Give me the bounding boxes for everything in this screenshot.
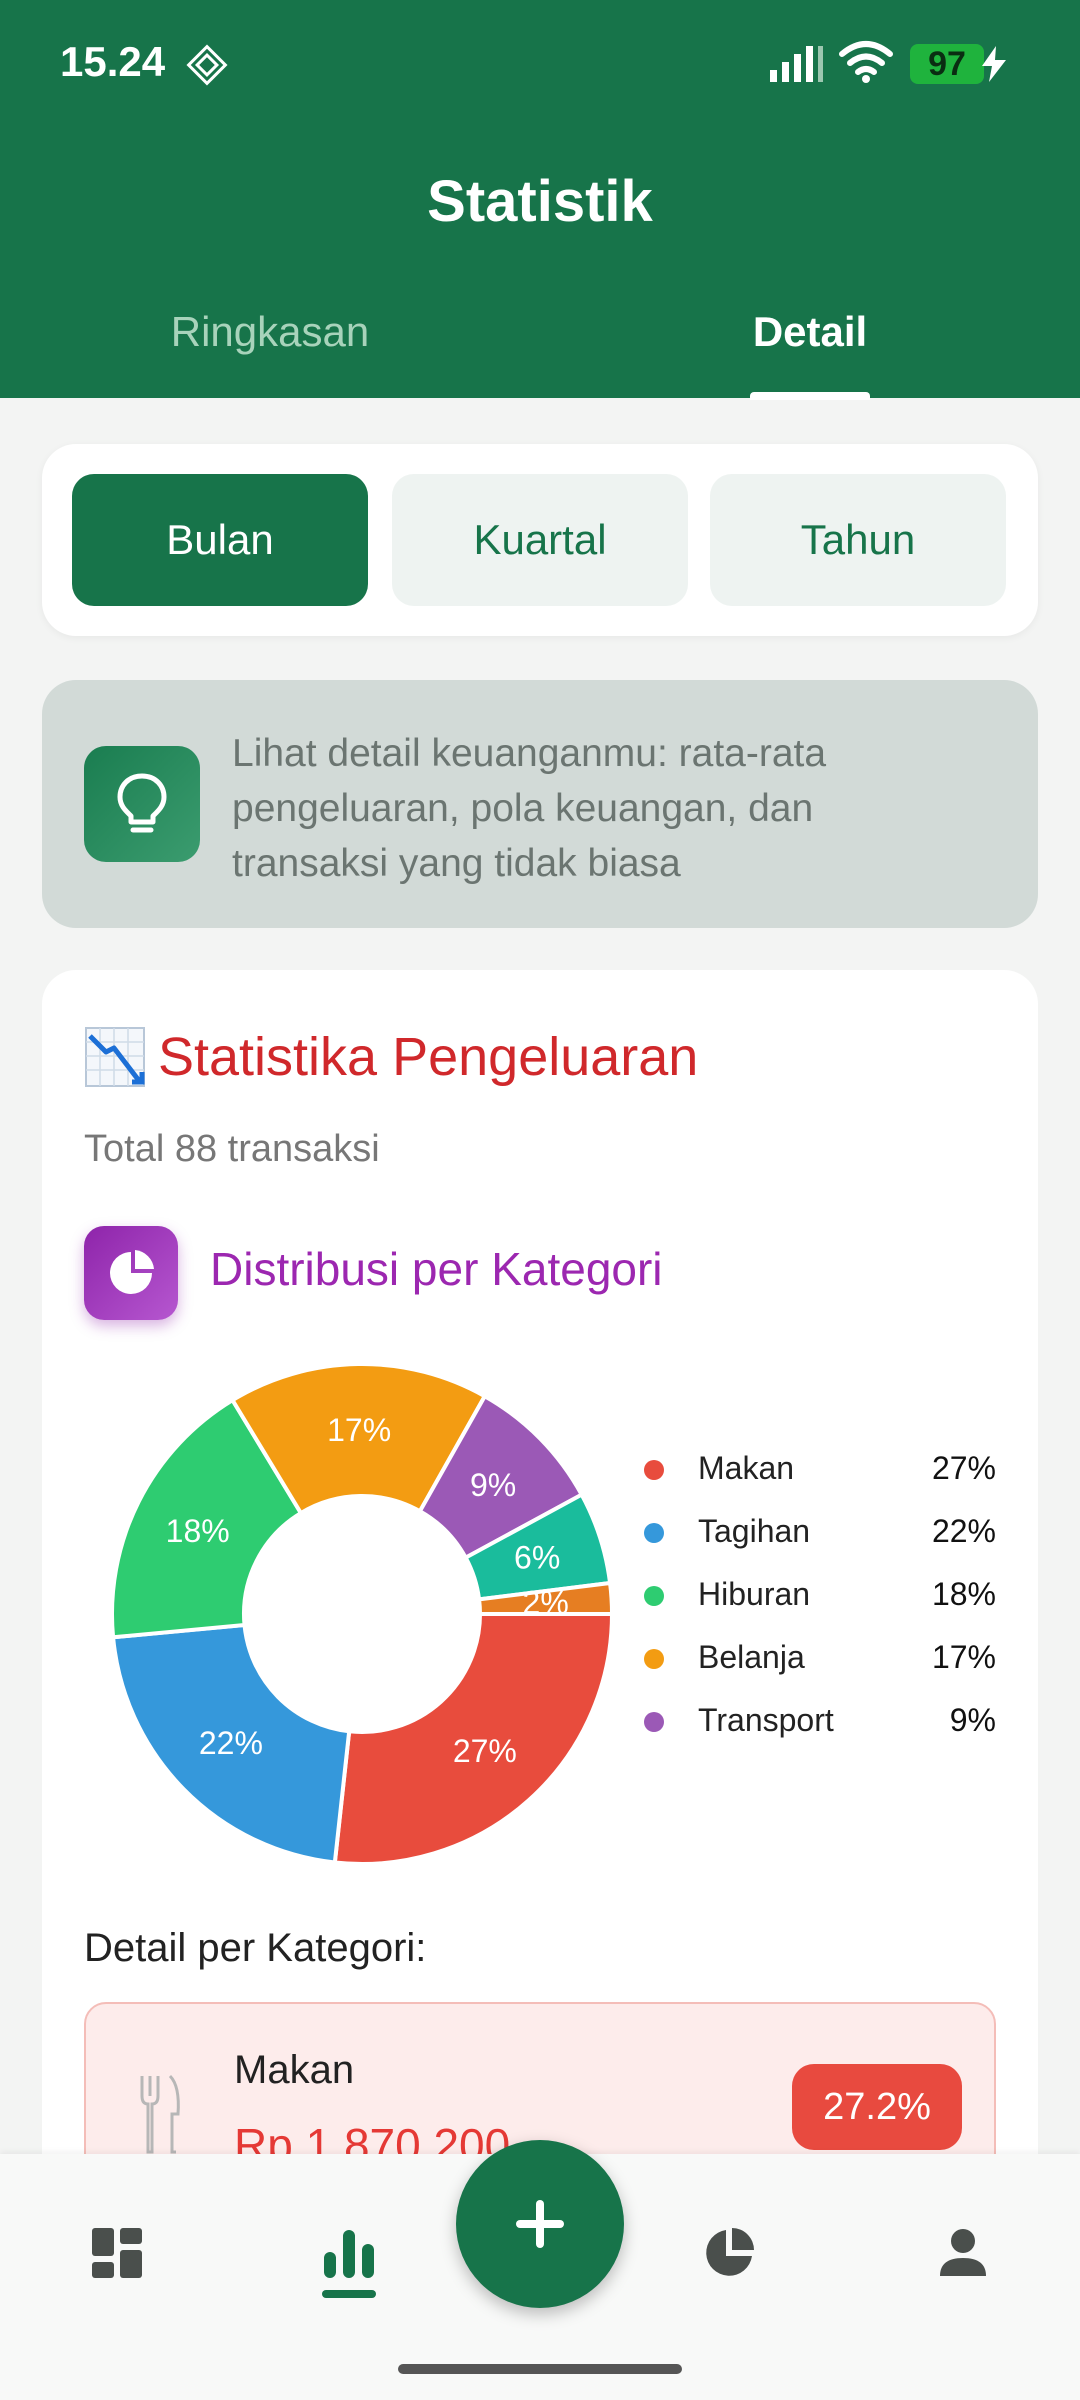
home-indicator — [398, 2364, 682, 2374]
info-banner: Lihat detail keuanganmu: rata-rata penge… — [42, 680, 1038, 928]
dashboard-icon[interactable] — [90, 2226, 144, 2280]
legend-label: Makan — [698, 1450, 795, 1486]
legend-percent: 22% — [931, 1513, 996, 1549]
transaction-count: Total 88 transaksi — [84, 1128, 380, 1170]
nav-active-indicator — [322, 2290, 376, 2298]
legend-item: Belanja 17% — [618, 1635, 1008, 1698]
legend-label: Transport — [698, 1702, 834, 1738]
period-selector: Bulan Kuartal Tahun — [42, 444, 1038, 636]
legend-percent: 17% — [931, 1639, 996, 1675]
chart-decreasing-icon — [85, 1027, 145, 1087]
tab-active-indicator — [750, 392, 870, 400]
nfc-icon — [186, 44, 228, 86]
pie-chart-badge — [84, 1226, 178, 1320]
charging-icon — [982, 46, 1006, 82]
lightbulb-badge — [84, 746, 200, 862]
battery-indicator: 97 — [910, 44, 984, 84]
signal-icon — [770, 46, 823, 82]
legend-label: Tagihan — [698, 1513, 811, 1549]
lightbulb-icon — [117, 773, 167, 833]
legend-dot — [644, 1460, 664, 1480]
legend-label: Hiburan — [698, 1576, 811, 1612]
chart-legend: Makan 27% Tagihan 22% Hiburan 18% Belanj… — [618, 1446, 1008, 1761]
legend-label: Belanja — [698, 1639, 805, 1675]
page-title: Statistik — [427, 169, 653, 234]
period-year-button[interactable]: Tahun — [710, 474, 1006, 606]
legend-percent: 18% — [931, 1576, 996, 1612]
pie-chart-icon[interactable] — [702, 2226, 756, 2280]
pie-chart-icon — [110, 1250, 154, 1294]
tab-detail[interactable]: Detail — [610, 308, 1010, 356]
legend-item: Tagihan 22% — [618, 1509, 1008, 1572]
legend-percent: 9% — [949, 1702, 996, 1738]
category-percent-badge: 27.2% — [792, 2064, 962, 2150]
stats-icon[interactable] — [322, 2226, 376, 2280]
status-bar: 15.24 97 — [0, 0, 1080, 130]
legend-dot — [644, 1586, 664, 1606]
info-text: Lihat detail keuanganmu: rata-rata penge… — [232, 732, 827, 885]
legend-dot — [644, 1649, 664, 1669]
wifi-icon — [839, 41, 893, 83]
fork-knife-icon — [140, 2074, 180, 2154]
legend-dot — [644, 1712, 664, 1732]
category-detail-heading: Detail per Kategori: — [84, 1926, 427, 1970]
period-quarter-button[interactable]: Kuartal — [392, 474, 688, 606]
legend-item: Transport 9% — [618, 1698, 1008, 1761]
legend-item: Makan 27% — [618, 1446, 1008, 1509]
category-name: Makan — [234, 2048, 355, 2092]
tab-summary[interactable]: Ringkasan — [70, 308, 470, 356]
period-month-button[interactable]: Bulan — [72, 474, 368, 606]
status-time: 15.24 — [60, 38, 166, 85]
add-transaction-button[interactable] — [456, 2140, 624, 2308]
legend-item: Hiburan 18% — [618, 1572, 1008, 1635]
profile-icon[interactable] — [936, 2226, 990, 2280]
legend-percent: 27% — [931, 1450, 996, 1486]
stats-title: Statistika Pengeluaran — [158, 1027, 699, 1087]
app-header: 15.24 97 Statistik Ringkasan Detail — [0, 0, 1080, 400]
legend-dot — [644, 1523, 664, 1543]
distribution-title: Distribusi per Kategori — [210, 1243, 663, 1295]
add-icon — [516, 2200, 564, 2248]
